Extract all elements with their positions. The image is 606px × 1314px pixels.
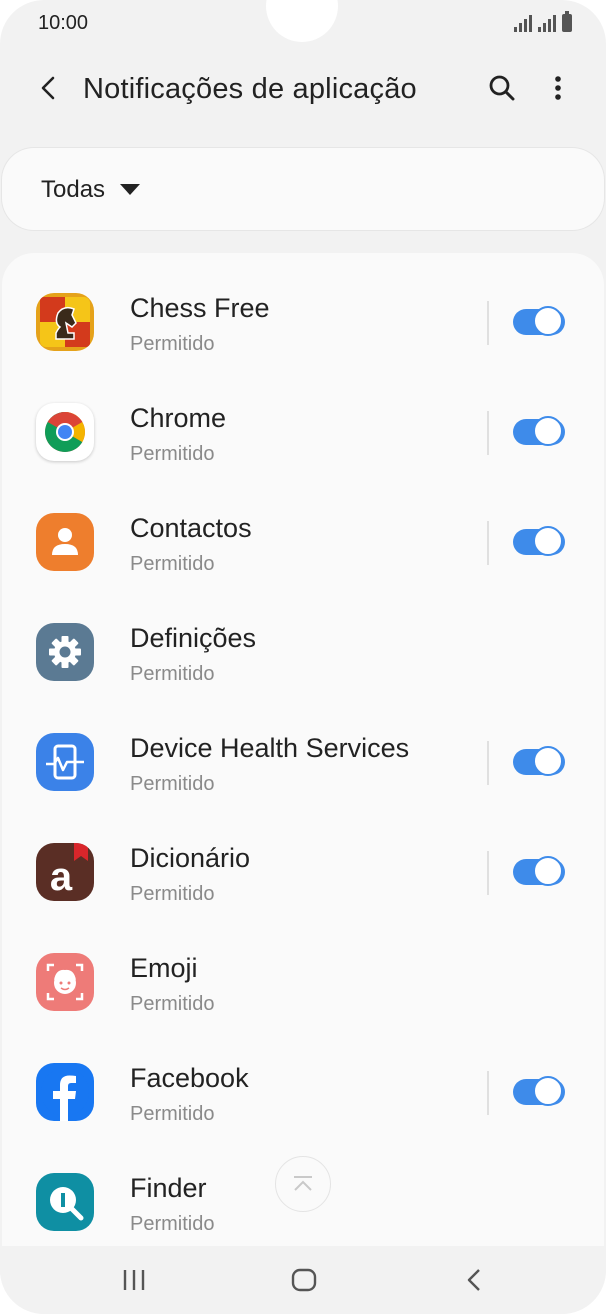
app-list: Chess Free Permitido Chrome Permitido Co…: [2, 253, 604, 1253]
dictionary-app-icon: a: [36, 843, 94, 901]
list-item-facebook[interactable]: Facebook Permitido: [2, 1023, 604, 1133]
status-icons: [514, 11, 572, 32]
chrome-app-icon: [36, 403, 94, 461]
app-status: Permitido: [130, 663, 215, 685]
home-icon: [291, 1268, 317, 1292]
divider: [487, 741, 489, 785]
app-name: Chess Free: [130, 293, 270, 323]
signal-icon: [514, 15, 532, 32]
list-item-contactos[interactable]: Contactos Permitido: [2, 473, 604, 583]
list-item-emoji[interactable]: Emoji Permitido: [2, 913, 604, 1023]
notification-toggle[interactable]: [513, 1076, 567, 1107]
list-item-dicionario[interactable]: a Dicionário Permitido: [2, 803, 604, 913]
divider: [487, 851, 489, 895]
camera-notch: [266, 0, 338, 42]
notification-toggle[interactable]: [513, 416, 567, 447]
app-status: Permitido: [130, 1103, 215, 1125]
nav-back-button[interactable]: [444, 1260, 504, 1300]
scroll-to-top-button[interactable]: [275, 1156, 331, 1212]
app-status: Permitido: [130, 553, 215, 575]
filter-label: Todas: [41, 176, 106, 203]
app-name: Chrome: [130, 403, 227, 433]
app-name: Finder: [130, 1173, 207, 1203]
divider: [487, 1071, 489, 1115]
finder-app-icon: [36, 1173, 94, 1231]
divider: [487, 301, 489, 345]
signal-icon-2: [538, 15, 556, 32]
contacts-app-icon: [36, 513, 94, 571]
app-name: Emoji: [130, 953, 198, 983]
list-item-chrome[interactable]: Chrome Permitido: [2, 363, 604, 473]
list-item-chess-free[interactable]: Chess Free Permitido: [2, 253, 604, 363]
device-health-app-icon: [36, 733, 94, 791]
list-item-definicoes[interactable]: Definições Permitido: [2, 583, 604, 693]
emoji-app-icon: [36, 953, 94, 1011]
notification-toggle[interactable]: [513, 746, 567, 777]
divider: [487, 411, 489, 455]
list-item-device-health-services[interactable]: Device Health Services Permitido: [2, 693, 604, 803]
app-bar: Notificações de aplicação: [0, 60, 606, 120]
notification-toggle[interactable]: [513, 306, 567, 337]
recents-icon: [123, 1270, 145, 1290]
app-name: Contactos: [130, 513, 252, 543]
app-name: Dicionário: [130, 843, 251, 873]
notification-toggle[interactable]: [513, 856, 567, 887]
more-vert-icon: [555, 76, 561, 100]
app-status: Permitido: [130, 1213, 215, 1235]
app-name: Definições: [130, 623, 257, 653]
nav-back-icon: [467, 1269, 480, 1291]
settings-gear-icon: [36, 623, 94, 681]
search-icon: [489, 75, 515, 101]
app-status: Permitido: [130, 773, 215, 795]
status-time: 10:00: [38, 12, 89, 34]
back-arrow-icon: [41, 76, 55, 100]
phone-screen: 10:00 Notificações de aplicação Todas Ch…: [0, 0, 606, 1314]
chess-free-app-icon: [36, 293, 94, 351]
app-status: Permitido: [130, 443, 215, 465]
page-title: Notificações de aplicação: [83, 73, 417, 105]
svg-text:a: a: [50, 855, 73, 899]
divider: [487, 521, 489, 565]
dropdown-arrow-icon: [120, 184, 140, 195]
search-button[interactable]: [482, 68, 522, 108]
filter-dropdown[interactable]: Todas: [2, 148, 604, 230]
app-status: Permitido: [130, 333, 215, 355]
more-options-button[interactable]: [540, 68, 576, 108]
scroll-to-top-icon: [294, 1176, 312, 1191]
battery-icon: [562, 11, 572, 32]
app-status: Permitido: [130, 993, 215, 1015]
home-button[interactable]: [274, 1260, 334, 1300]
app-name: Device Health Services: [130, 733, 410, 763]
facebook-app-icon: [36, 1063, 94, 1121]
notification-toggle[interactable]: [513, 526, 567, 557]
recents-button[interactable]: [104, 1260, 164, 1300]
app-status: Permitido: [130, 883, 215, 905]
back-button[interactable]: [28, 68, 68, 108]
app-name: Facebook: [130, 1063, 249, 1093]
navigation-bar: [0, 1246, 606, 1314]
